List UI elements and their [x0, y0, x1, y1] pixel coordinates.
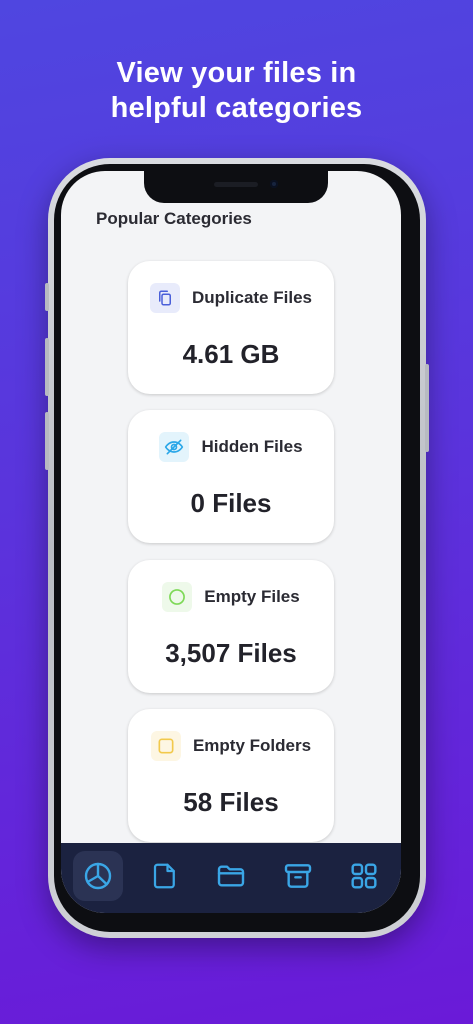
archive-icon [284, 864, 311, 888]
circle-icon [169, 589, 186, 605]
tab-apps[interactable] [339, 851, 389, 901]
tab-files[interactable] [140, 851, 190, 901]
card-header: Hidden Files [128, 432, 334, 462]
headline-line-2: helpful categories [110, 92, 363, 124]
file-icon [153, 863, 175, 889]
front-camera [270, 180, 278, 188]
category-card-hidden-files[interactable]: Hidden Files 0 Files [128, 410, 334, 543]
card-label: Hidden Files [201, 437, 303, 456]
card-header: Empty Folders [128, 731, 334, 761]
phone-frame: Popular Categories Duplicate Files 4.61 … [45, 158, 429, 938]
card-value: 4.61 GB [182, 339, 280, 369]
power-button [425, 364, 429, 452]
card-value: 0 Files [190, 488, 272, 518]
card-label: Empty Folders [192, 736, 312, 755]
card-header: Empty Files [128, 582, 334, 612]
duplicate-icon [159, 290, 171, 306]
card-icon-badge [150, 731, 181, 761]
card-icon-badge [159, 432, 190, 462]
notch [144, 171, 328, 203]
card-value: 58 Files [183, 787, 279, 817]
category-card-empty-files[interactable]: Empty Files 3,507 Files [128, 560, 334, 693]
grid-icon [351, 863, 377, 889]
eye-off-icon [165, 439, 184, 455]
mute-switch [45, 283, 49, 311]
volume-up-button [45, 338, 49, 396]
card-header: Duplicate Files [128, 283, 334, 313]
card-value: 3,507 Files [165, 638, 297, 668]
phone-screen: Popular Categories Duplicate Files 4.61 … [61, 171, 401, 913]
card-label: Duplicate Files [192, 288, 312, 307]
tab-folders[interactable] [206, 851, 256, 901]
headline: View your files in helpful categories [0, 56, 473, 126]
folder-icon [217, 865, 245, 887]
bottom-tab-bar [61, 843, 401, 913]
square-icon [158, 738, 174, 754]
tab-overview[interactable] [73, 851, 123, 901]
volume-down-button [45, 412, 49, 470]
speaker-grille [214, 182, 258, 187]
card-icon-badge [150, 283, 180, 313]
pie-chart-icon [84, 862, 112, 890]
category-card-duplicate-files[interactable]: Duplicate Files 4.61 GB [128, 261, 334, 394]
tab-archive[interactable] [273, 851, 323, 901]
category-card-empty-folders[interactable]: Empty Folders 58 Files [128, 709, 334, 842]
section-title: Popular Categories [96, 209, 252, 228]
card-icon-badge [162, 582, 193, 612]
headline-line-1: View your files in [116, 57, 357, 89]
card-label: Empty Files [204, 587, 300, 606]
